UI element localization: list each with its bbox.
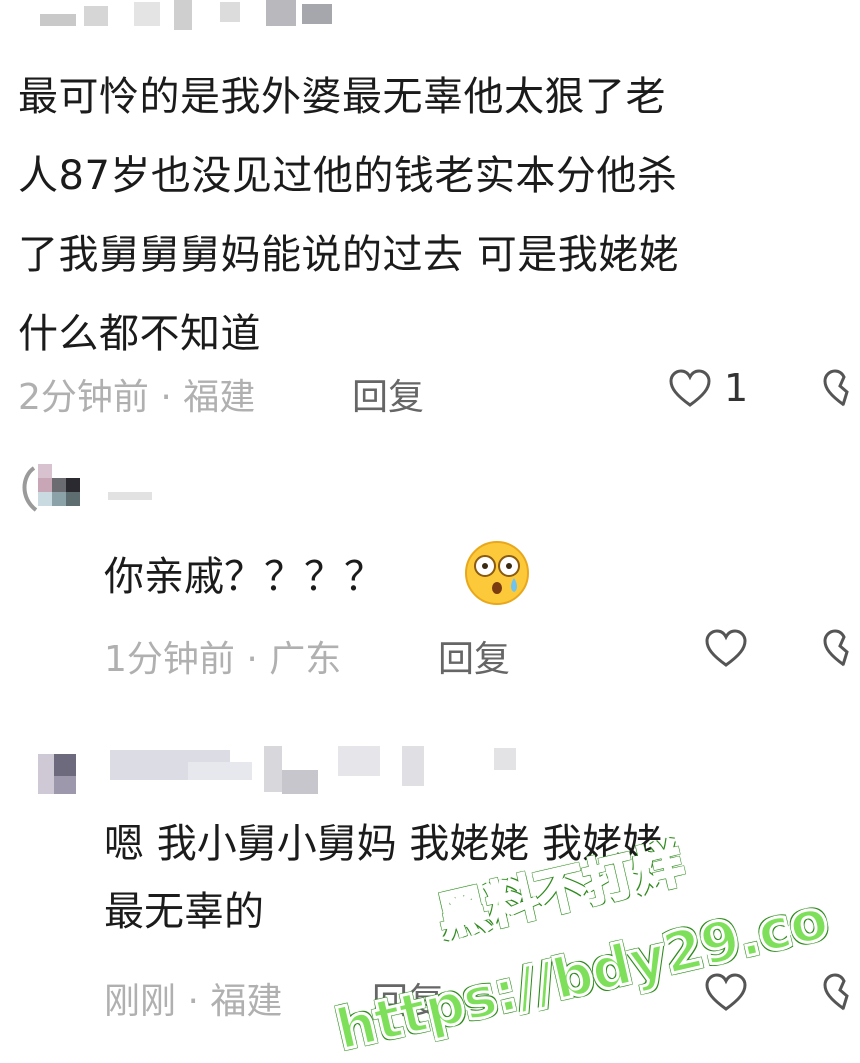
avatar[interactable] xyxy=(16,458,88,514)
comment-2-text: 你亲戚？？？？ xyxy=(104,554,384,600)
comment-1-text: 最可怜的是我外婆最无辜他太狠了老 人87岁也没见过他的钱老实本分他杀 了我舅舅舅… xyxy=(18,58,848,374)
broken-heart-icon[interactable] xyxy=(822,972,860,1012)
comment-1-meta: 2分钟前 · 福建 xyxy=(18,377,256,418)
username-mosaic[interactable] xyxy=(108,492,152,500)
heart-outline-icon[interactable] xyxy=(668,368,712,408)
flushed-face-emoji xyxy=(465,541,529,605)
username-mosaic[interactable] xyxy=(40,0,340,32)
broken-heart-icon[interactable] xyxy=(822,368,860,408)
comment-1-line: 什么都不知道 xyxy=(18,311,261,357)
heart-outline-icon[interactable] xyxy=(704,628,748,668)
comment-1-like-count: 1 xyxy=(724,366,749,410)
comment-3-meta: 刚刚 · 福建 xyxy=(104,981,283,1022)
comment-2-meta: 1分钟前 · 广东 xyxy=(104,639,342,680)
comment-1-line: 最可怜的是我外婆最无辜他太狠了老 xyxy=(18,74,666,120)
comment-1-line: 人87岁也没见过他的钱老实本分他杀 xyxy=(18,153,678,199)
broken-heart-icon[interactable] xyxy=(822,628,860,668)
comment-1-line: 了我舅舅舅妈能说的过去 可是我姥姥 xyxy=(18,232,680,278)
comment-2-reply-button[interactable]: 回复 xyxy=(438,630,510,682)
username-mosaic[interactable] xyxy=(38,742,528,796)
comment-1-reply-button[interactable]: 回复 xyxy=(352,368,424,420)
